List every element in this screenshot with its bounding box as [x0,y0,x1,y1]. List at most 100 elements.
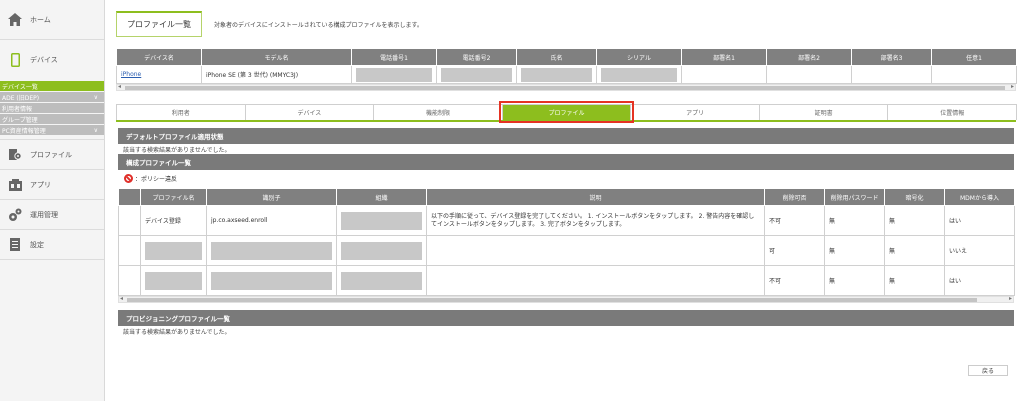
redacted-block [341,241,422,260]
default-profile-empty: 該当する検索結果がありませんでした。 [123,146,231,154]
subnav-device-list[interactable]: デバイス一覧 [0,81,104,91]
page-description: 対象者のデバイスにインストールされている構成プロファイルを表示します。 [214,21,423,29]
back-button[interactable]: 戻る [968,365,1008,376]
redacted-cell [596,65,682,84]
organization-cell [336,235,427,266]
empty-cell [681,65,767,84]
subnav-pc-asset[interactable]: PC資産情報管理 ∨ [0,125,104,135]
horizontal-scrollbar[interactable]: ◂ ▸ [116,83,1016,91]
device-link[interactable]: iPhone [121,71,141,78]
redacted-block [356,67,432,82]
sidebar: ホーム デバイス デバイス一覧 ADE (旧DEP) ∨ 利用者情報 グループ管理… [0,0,105,401]
col-serial: シリアル [596,48,682,66]
config-profile-table: プロファイル名 識別子 組織 説明 削除可否 削除用パスワード 暗号化 MDMか… [118,188,1015,296]
table-row: 不可 無 無 はい [118,265,1015,296]
empty-cell [931,65,1017,84]
password-cell: 無 [824,205,885,236]
tab-certificate[interactable]: 証明書 [758,104,889,120]
deletable-cell: 可 [764,235,825,266]
col-profile-name: プロファイル名 [140,188,207,206]
policy-legend: ：ポリシー違反 [118,170,1014,186]
col-device-name: デバイス名 [116,48,202,66]
chevron-down-icon: ∨ [93,126,98,134]
nav-device[interactable]: デバイス [0,40,104,80]
scroll-right-icon[interactable]: ▸ [1011,83,1014,90]
subnav-group-label: グループ管理 [2,116,38,124]
col-encryption: 暗号化 [884,188,945,206]
table-row: デバイス登録 jp.co.axseed.enroll 以下の手順に従って、デバイ… [118,205,1015,236]
col-identifier: 識別子 [206,188,337,206]
default-profile-header: デフォルトプロファイル適用状態 [118,128,1014,144]
col-model: モデル名 [201,48,352,66]
row-select-cell [118,235,141,266]
nav-settings[interactable]: 設定 [0,230,104,260]
horizontal-scrollbar[interactable]: ◂ ▸ [118,295,1014,303]
scroll-right-icon[interactable]: ▸ [1009,295,1012,302]
smartphone-icon [8,53,22,67]
document-icon [8,238,22,252]
scroll-thumb[interactable] [127,298,977,302]
subnav-user-info[interactable]: 利用者情報 [0,103,104,113]
row-select-cell [118,265,141,296]
tab-profile[interactable]: プロファイル [498,101,635,123]
nav-app[interactable]: アプリ [0,170,104,200]
device-submenu: デバイス一覧 ADE (旧DEP) ∨ 利用者情報 グループ管理 PC資産情報管理… [0,81,104,140]
profile-panel: デフォルトプロファイル適用状態 該当する検索結果がありませんでした。 構成プロフ… [118,128,1015,336]
tab-user[interactable]: 利用者 [116,104,246,120]
nav-profile-label: プロファイル [30,150,72,159]
col-dept2: 部署名2 [766,48,852,66]
tab-location[interactable]: 位置情報 [887,104,1018,120]
device-grid: デバイス名 モデル名 電話番号1 電話番号2 氏名 シリアル 部署名1 部署名2… [116,48,1017,84]
chevron-down-icon: ∨ [93,93,98,101]
provisioning-empty: 該当する検索結果がありませんでした。 [123,328,231,336]
empty-cell [851,65,932,84]
policy-legend-label: ：ポリシー違反 [135,175,178,183]
scroll-thumb[interactable] [125,86,1005,90]
tab-app[interactable]: アプリ [630,104,760,120]
tab-device[interactable]: デバイス [244,104,375,120]
app-icon [8,178,22,192]
row-select-cell [118,205,141,236]
scroll-left-icon[interactable]: ◂ [120,295,123,302]
redacted-block [211,271,332,290]
encryption-cell: 無 [884,265,945,296]
redacted-cell [436,65,517,84]
nav-home-label: ホーム [30,15,51,24]
organization-cell [336,265,427,296]
deletable-cell: 不可 [764,205,825,236]
config-profile-header: 構成プロファイル一覧 [118,154,1014,170]
col-phone2: 電話番号2 [436,48,517,66]
tab-bar: 利用者 デバイス 機能制限 プロファイル アプリ 証明書 位置情報 [116,101,1018,123]
table-row: 可 無 無 いいえ [118,235,1015,266]
subnav-group[interactable]: グループ管理 [0,114,104,124]
redacted-block [211,241,332,260]
subnav-user-info-label: 利用者情報 [2,105,33,113]
identifier-cell [206,265,337,296]
redacted-block [341,211,422,230]
profile-gear-icon [8,148,22,162]
redacted-cell [516,65,597,84]
encryption-cell: 無 [884,205,945,236]
subnav-ade[interactable]: ADE (旧DEP) ∨ [0,92,104,102]
profile-name-cell: デバイス登録 [140,205,207,236]
encryption-cell: 無 [884,235,945,266]
gears-icon [8,208,22,222]
deletable-cell: 不可 [764,265,825,296]
profile-name-cell [140,265,207,296]
nav-ops[interactable]: 運用管理 [0,200,104,230]
col-optional1: 任意1 [931,48,1017,66]
redacted-block [145,241,202,260]
col-organization: 組織 [336,188,427,206]
nav-profile[interactable]: プロファイル [0,140,104,170]
redacted-block [145,271,202,290]
redacted-block [521,67,592,82]
model-cell: iPhone SE (第 3 世代) (MMYC3J) [201,65,352,84]
provisioning-header: プロビジョニングプロファイル一覧 [118,310,1014,326]
tab-restrictions[interactable]: 機能制限 [373,104,503,120]
nav-home[interactable]: ホーム [0,0,104,40]
empty-cell [766,65,852,84]
password-cell: 無 [824,265,885,296]
description-cell [426,235,765,266]
from-mdm-cell: はい [944,205,1015,236]
scroll-left-icon[interactable]: ◂ [118,83,121,90]
